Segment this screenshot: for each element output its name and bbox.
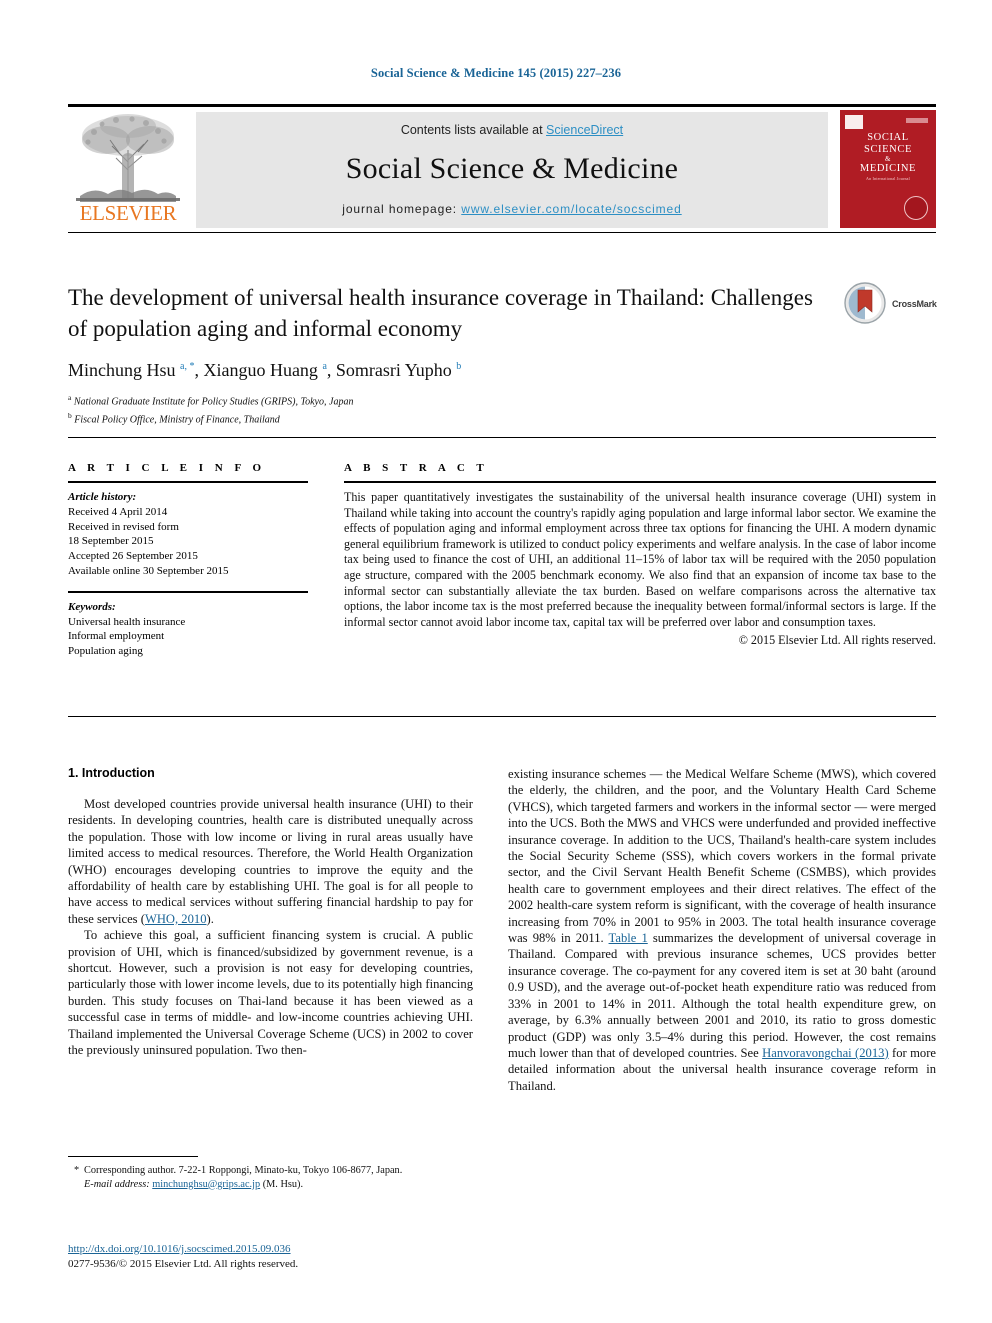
- history-line: 18 September 2015: [68, 535, 154, 548]
- author-email-link[interactable]: minchunghsu@grips.ac.jp: [152, 1179, 260, 1190]
- intro-p3-text-b: summarizes the development of universal …: [508, 931, 936, 1060]
- doi-link[interactable]: http://dx.doi.org/10.1016/j.socscimed.20…: [68, 1243, 291, 1255]
- title-block: The development of universal health insu…: [68, 282, 937, 427]
- keyword-item: Population aging: [68, 645, 143, 658]
- history-line: Accepted 26 September 2015: [68, 550, 198, 563]
- tree-svg: [76, 114, 180, 202]
- info-section-top-rule: [68, 437, 936, 438]
- masthead-bottom-rule: [68, 232, 936, 233]
- history-line: Received 4 April 2014: [68, 505, 168, 518]
- keyword-item: Informal employment: [68, 630, 165, 643]
- intro-p1-text-a: Most developed countries provide univers…: [68, 797, 473, 926]
- keywords-rule: [68, 590, 308, 593]
- body-column-left: 1. Introduction Most developed countries…: [68, 766, 473, 1059]
- affiliation-a-text: National Graduate Institute for Policy S…: [73, 396, 354, 408]
- article-info-rule: [68, 481, 308, 483]
- citation-who-2010[interactable]: WHO, 2010: [145, 912, 207, 926]
- article-info-column: A R T I C L E I N F O Article history: R…: [68, 462, 308, 659]
- history-line: Received in revised form: [68, 520, 179, 533]
- email-label: E-mail address:: [84, 1178, 150, 1190]
- running-header: Social Science & Medicine 145 (2015) 227…: [370, 66, 622, 80]
- abstract-kicker: A B S T R A C T: [344, 462, 489, 474]
- doi-footer: http://dx.doi.org/10.1016/j.socscimed.20…: [68, 1242, 498, 1271]
- abstract-copyright: © 2015 Elsevier Ltd. All rights reserved…: [738, 633, 936, 648]
- affiliation-a: a National Graduate Institute for Policy…: [68, 393, 354, 408]
- journal-homepage-link[interactable]: www.elsevier.com/locate/socscimed: [461, 202, 681, 216]
- affiliation-b-text: Fiscal Policy Office, Ministry of Financ…: [74, 414, 280, 426]
- contents-prefix: Contents lists available at: [400, 123, 547, 137]
- journal-homepage-line: journal homepage: www.elsevier.com/locat…: [196, 202, 828, 216]
- cover-seal-icon: [904, 196, 928, 220]
- email-suffix: (M. Hsu).: [260, 1178, 304, 1190]
- cover-ampersand: &: [884, 155, 892, 163]
- cover-title: SOCIAL SCIENCE & MEDICINE: [840, 132, 936, 175]
- footnote-marker: *: [74, 1165, 80, 1176]
- article-history-heading: Article history:: [68, 491, 137, 503]
- intro-p3-text-a: existing insurance schemes — the Medical…: [508, 767, 936, 946]
- cover-line-2: SCIENCE: [864, 143, 912, 155]
- journal-cover-thumbnail[interactable]: SOCIAL SCIENCE & MEDICINE An Internation…: [840, 110, 936, 228]
- intro-p1-text-b: ).: [206, 911, 214, 926]
- table-1-link[interactable]: Table 1: [609, 931, 648, 945]
- elsevier-logo: ELSEVIER: [68, 110, 188, 228]
- masthead-top-rule: [68, 104, 936, 107]
- homepage-prefix: journal homepage:: [342, 202, 462, 216]
- cover-line-1: SOCIAL: [867, 132, 909, 143]
- footnote-block: * Corresponding author. 7-22-1 Roppongi,…: [68, 1164, 473, 1191]
- section-heading-introduction: 1. Introduction: [68, 766, 155, 780]
- intro-paragraph-2: To achieve this goal, a sufficient finan…: [68, 928, 473, 1058]
- cover-subtitle: An International Journal: [866, 176, 910, 181]
- affiliation-list: a National Graduate Institute for Policy…: [68, 391, 936, 427]
- footnote-body: Corresponding author. 7-22-1 Roppongi, M…: [68, 1164, 473, 1191]
- crossmark-icon: [844, 282, 886, 324]
- paper-page: Social Science & Medicine 145 (2015) 227…: [0, 0, 992, 1323]
- history-line: Available online 30 September 2015: [68, 564, 229, 577]
- keyword-item: Universal health insurance: [68, 615, 186, 628]
- abstract-text: This paper quantitatively investigates t…: [344, 490, 936, 629]
- contents-line: Contents lists available at ScienceDirec…: [196, 123, 828, 137]
- body-column-right: existing insurance schemes — the Medical…: [508, 766, 936, 1094]
- cover-issue-mark: [906, 118, 928, 123]
- body-section-top-rule: [68, 716, 936, 717]
- intro-paragraph-1: Most developed countries provide univers…: [68, 796, 473, 927]
- cover-line-3: MEDICINE: [859, 163, 917, 174]
- elsevier-tree-icon: [72, 110, 184, 202]
- keywords-heading: Keywords:: [68, 600, 116, 613]
- journal-title: Social Science & Medicine: [345, 152, 679, 185]
- page-title: The development of universal health insu…: [68, 285, 813, 341]
- crossmark-badge[interactable]: CrossMark: [844, 282, 964, 328]
- masthead-panel: Contents lists available at ScienceDirec…: [196, 112, 828, 228]
- abstract-column: A B S T R A C T This paper quantitativel…: [344, 462, 936, 648]
- journal-masthead: ELSEVIER Contents lists available at Sci…: [68, 104, 936, 233]
- affiliation-b: b Fiscal Policy Office, Ministry of Fina…: [68, 410, 280, 426]
- issn-copyright-line: 0277-9536/© 2015 Elsevier Ltd. All right…: [68, 1257, 299, 1270]
- citation-hanvoravongchai-2013[interactable]: Hanvoravongchai (2013): [762, 1046, 889, 1060]
- crossmark-label: CrossMark: [892, 299, 937, 309]
- cover-inner: SOCIAL SCIENCE & MEDICINE An Internation…: [840, 110, 936, 228]
- cover-elsevier-mark: [845, 115, 863, 129]
- footnote-rule: [68, 1156, 198, 1157]
- intro-paragraph-3: existing insurance schemes — the Medical…: [508, 766, 936, 1094]
- corresponding-author-text: Corresponding author. 7-22-1 Roppongi, M…: [84, 1165, 403, 1176]
- article-info-kicker: A R T I C L E I N F O: [68, 462, 266, 474]
- author-list: Minchung Hsu a, *, Xianguo Huang a, Somr…: [68, 360, 462, 380]
- elsevier-wordmark: ELSEVIER: [79, 201, 177, 225]
- sciencedirect-link[interactable]: ScienceDirect: [546, 123, 623, 137]
- abstract-rule: [344, 481, 936, 483]
